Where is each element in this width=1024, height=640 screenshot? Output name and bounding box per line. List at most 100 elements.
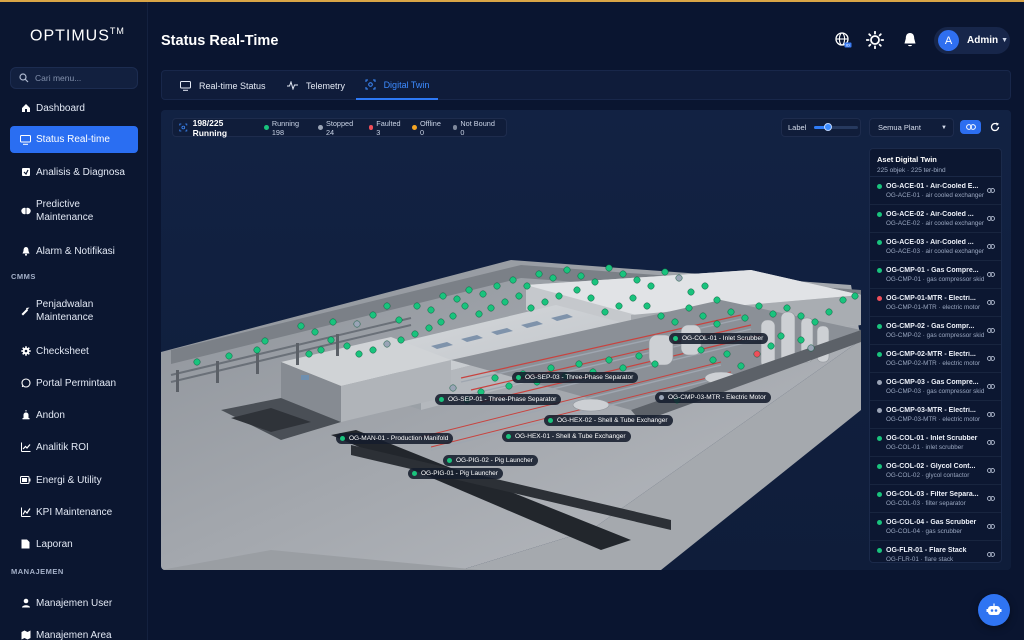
- asset-list-item[interactable]: OG-CMP-01-MTR - Electri... OG-CMP-01-MTR …: [870, 289, 1001, 317]
- scene-label[interactable]: OG-HEX-02 - Shell & Tube Exchanger: [544, 415, 673, 426]
- asset-marker[interactable]: [619, 364, 627, 372]
- nav-predictive[interactable]: Predictive Maintenance: [10, 195, 138, 227]
- asset-marker[interactable]: [329, 318, 337, 326]
- asset-list-item[interactable]: OG-COL-03 - Filter Separa... OG-COL-03 · …: [870, 485, 1001, 513]
- asset-marker[interactable]: [661, 268, 669, 276]
- asset-marker[interactable]: [797, 312, 805, 320]
- asset-marker[interactable]: [353, 320, 361, 328]
- scene-label[interactable]: OG-MAN-01 - Production Manifold: [336, 433, 454, 444]
- asset-marker[interactable]: [413, 302, 421, 310]
- asset-marker[interactable]: [253, 346, 261, 354]
- asset-marker[interactable]: [675, 274, 683, 282]
- asset-marker[interactable]: [465, 286, 473, 294]
- asset-marker[interactable]: [713, 320, 721, 328]
- asset-list-item[interactable]: OG-COL-02 - Glycol Cont... OG-COL-02 · gl…: [870, 457, 1001, 485]
- asset-marker[interactable]: [573, 286, 581, 294]
- asset-marker[interactable]: [425, 324, 433, 332]
- asset-list-item[interactable]: OG-COL-01 - Inlet Scrubber OG-COL-01 · in…: [870, 429, 1001, 457]
- plant-select[interactable]: Semua Plant ▼: [869, 118, 954, 137]
- asset-marker[interactable]: [317, 346, 325, 354]
- asset-marker[interactable]: [541, 298, 549, 306]
- link-icon[interactable]: [987, 380, 995, 392]
- asset-marker[interactable]: [355, 350, 363, 358]
- nav-analitik-roi[interactable]: Analitik ROI: [10, 437, 138, 457]
- asset-marker[interactable]: [297, 322, 305, 330]
- nav-alarm[interactable]: Alarm & Notifikasi: [10, 241, 138, 261]
- link-icon[interactable]: [987, 548, 995, 560]
- asset-marker[interactable]: [615, 302, 623, 310]
- asset-marker[interactable]: [305, 350, 313, 358]
- asset-marker[interactable]: [479, 290, 487, 298]
- tab-telemetry[interactable]: Telemetry: [287, 71, 345, 100]
- asset-marker[interactable]: [577, 272, 585, 280]
- link-icon[interactable]: [987, 436, 995, 448]
- asset-marker[interactable]: [505, 382, 513, 390]
- asset-marker[interactable]: [713, 296, 721, 304]
- asset-list-item[interactable]: OG-COL-04 - Gas Scrubber OG-COL-04 · gas …: [870, 513, 1001, 541]
- nav-kpi[interactable]: KPI Maintenance: [10, 502, 138, 522]
- asset-marker[interactable]: [605, 356, 613, 364]
- language-button[interactable]: ID: [834, 31, 852, 49]
- asset-marker[interactable]: [851, 292, 859, 300]
- tab-digital-twin[interactable]: Digital Twin: [356, 71, 438, 100]
- nav-andon[interactable]: Andon: [10, 405, 138, 425]
- asset-marker[interactable]: [619, 270, 627, 278]
- tab-realtime-status[interactable]: Real-time Status: [180, 71, 266, 100]
- asset-marker[interactable]: [591, 278, 599, 286]
- asset-marker[interactable]: [475, 310, 483, 318]
- asset-marker[interactable]: [723, 350, 731, 358]
- asset-marker[interactable]: [651, 360, 659, 368]
- asset-marker[interactable]: [397, 336, 405, 344]
- asset-marker[interactable]: [755, 302, 763, 310]
- asset-marker[interactable]: [605, 264, 613, 272]
- link-icon[interactable]: [987, 240, 995, 252]
- asset-marker[interactable]: [411, 330, 419, 338]
- asset-list-item[interactable]: OG-FLR-01 - Flare Stack OG-FLR-01 · flare…: [870, 541, 1001, 562]
- asset-marker[interactable]: [327, 336, 335, 344]
- asset-marker[interactable]: [509, 276, 517, 284]
- asset-marker[interactable]: [587, 294, 595, 302]
- link-icon[interactable]: [987, 520, 995, 532]
- nav-analisis[interactable]: Analisis & Diagnosa: [10, 162, 138, 182]
- asset-marker[interactable]: [701, 282, 709, 290]
- nav-manajemen-user[interactable]: Manajemen User: [10, 593, 138, 613]
- scene-label[interactable]: OG-CMP-03-MTR - Electric Motor: [655, 392, 771, 403]
- scene-label[interactable]: OG-COL-01 - Inlet Scrubber: [669, 333, 769, 344]
- theme-toggle-button[interactable]: [866, 31, 884, 49]
- asset-marker[interactable]: [487, 304, 495, 312]
- scene-label[interactable]: OG-PIG-02 - Pig Launcher: [443, 455, 538, 466]
- asset-marker[interactable]: [685, 304, 693, 312]
- link-icon[interactable]: [987, 184, 995, 196]
- asset-marker[interactable]: [647, 282, 655, 290]
- asset-marker[interactable]: [493, 282, 501, 290]
- asset-marker[interactable]: [699, 312, 707, 320]
- asset-marker[interactable]: [839, 296, 847, 304]
- asset-marker[interactable]: [737, 362, 745, 370]
- asset-marker[interactable]: [527, 304, 535, 312]
- refresh-button[interactable]: [988, 120, 1002, 134]
- asset-marker[interactable]: [395, 316, 403, 324]
- asset-list-item[interactable]: OG-ACE-02 - Air-Cooled ... OG-ACE-02 · ai…: [870, 205, 1001, 233]
- link-icon[interactable]: [987, 296, 995, 308]
- nav-laporan[interactable]: Laporan: [10, 534, 138, 554]
- link-icon[interactable]: [987, 408, 995, 420]
- scene-label[interactable]: OG-SEP-03 - Three-Phase Separator: [512, 372, 639, 383]
- asset-marker[interactable]: [671, 318, 679, 326]
- asset-marker[interactable]: [753, 350, 761, 358]
- asset-marker[interactable]: [767, 342, 775, 350]
- asset-marker[interactable]: [369, 346, 377, 354]
- asset-marker[interactable]: [311, 328, 319, 336]
- user-menu[interactable]: A Admin ▼: [934, 27, 1010, 54]
- scene-label[interactable]: OG-SEP-01 - Three-Phase Separator: [435, 394, 562, 405]
- bind-link-button[interactable]: [960, 120, 981, 134]
- asset-marker[interactable]: [769, 310, 777, 318]
- asset-list-item[interactable]: OG-ACE-01 - Air-Cooled E... OG-ACE-01 · a…: [870, 177, 1001, 205]
- asset-marker[interactable]: [777, 332, 785, 340]
- app-logo[interactable]: OPTIMUSTM: [30, 26, 125, 45]
- asset-marker[interactable]: [535, 270, 543, 278]
- asset-marker[interactable]: [807, 344, 815, 352]
- scene-label[interactable]: OG-PIG-01 - Pig Launcher: [408, 468, 503, 479]
- nav-dashboard[interactable]: Dashboard: [10, 98, 138, 118]
- nav-portal[interactable]: Portal Permintaan: [10, 373, 138, 393]
- asset-marker[interactable]: [343, 342, 351, 350]
